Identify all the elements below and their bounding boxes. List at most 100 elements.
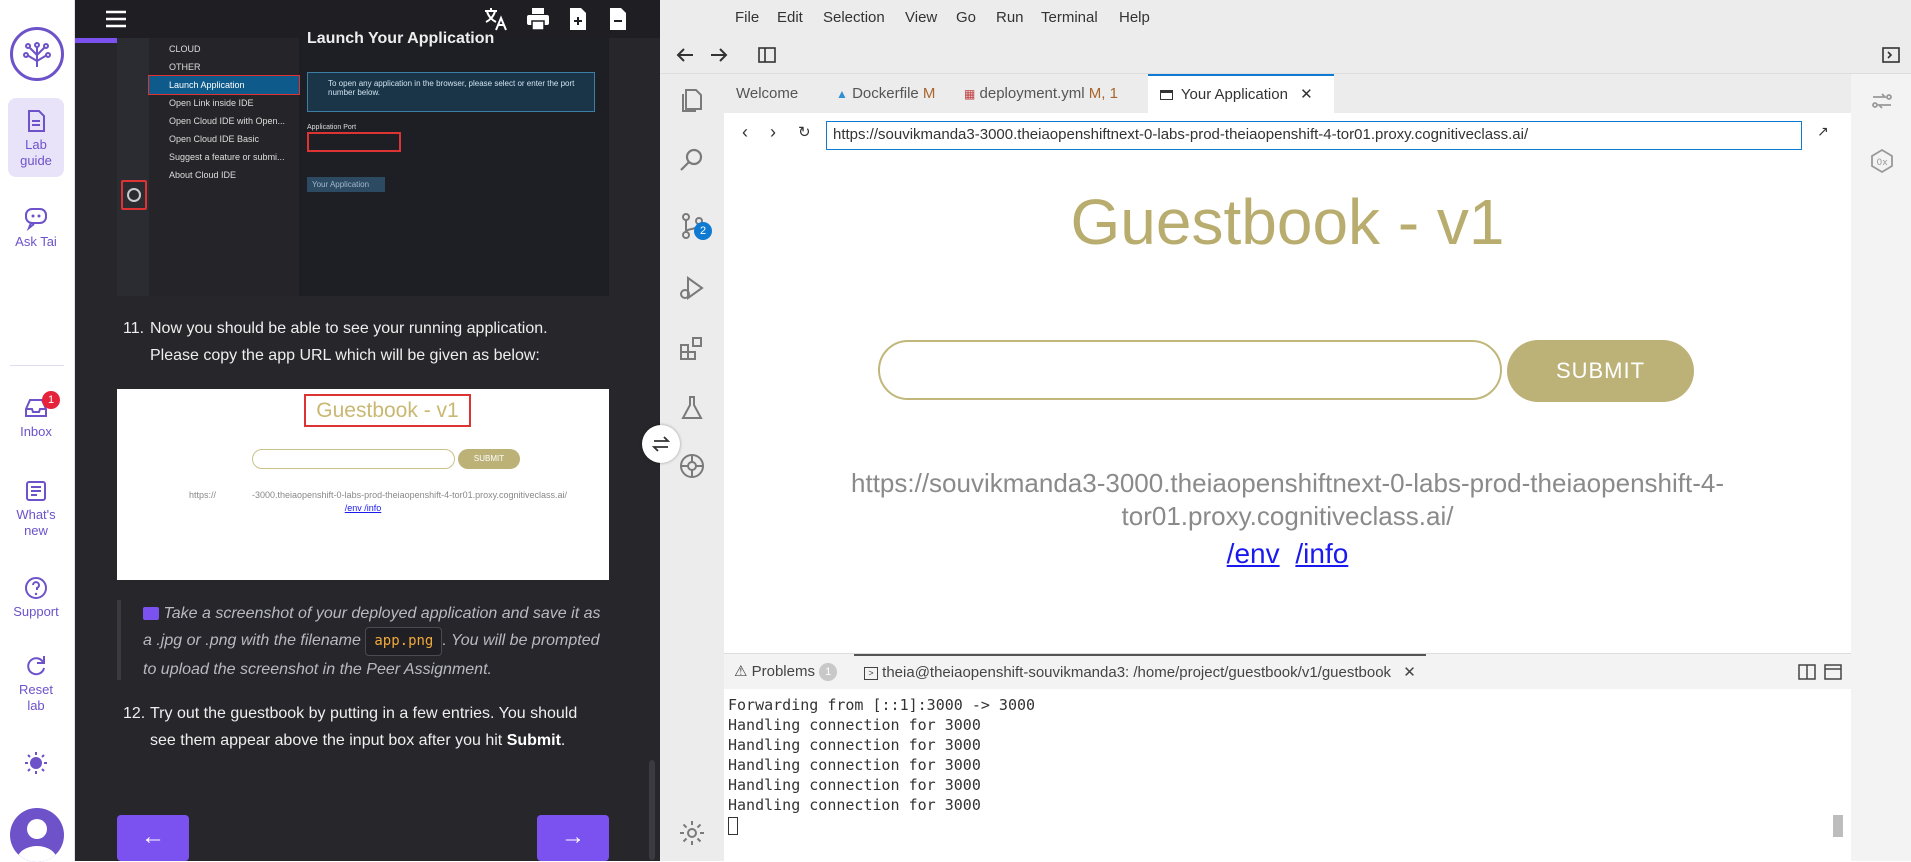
browser-back-icon[interactable]: ‹ bbox=[742, 122, 748, 143]
guide-scrollbar[interactable] bbox=[649, 760, 655, 860]
menu-item: Open Cloud IDE Basic bbox=[169, 134, 260, 144]
terminal-icon: > bbox=[864, 666, 878, 680]
print-icon[interactable] bbox=[525, 6, 551, 32]
tab-welcome[interactable]: Welcome bbox=[724, 74, 810, 113]
open-external-icon[interactable]: ↗ bbox=[1817, 123, 1829, 140]
screenshot-info: To open any application in the browser, … bbox=[307, 72, 595, 112]
swap-icon bbox=[651, 436, 671, 452]
api-explorer-icon[interactable] bbox=[1869, 88, 1895, 114]
guestbook-title: Guestbook - v1 bbox=[1070, 186, 1505, 258]
reset-icon bbox=[27, 656, 45, 676]
tab-your-application[interactable]: Your Application ✕ bbox=[1148, 74, 1334, 113]
menu-edit[interactable]: Edit bbox=[777, 9, 803, 26]
step-text-end: . bbox=[560, 732, 566, 749]
menu-terminal[interactable]: Terminal bbox=[1041, 9, 1098, 26]
terminal-scrollbar[interactable] bbox=[1833, 815, 1843, 837]
guestbook-submit-button[interactable]: SUBMIT bbox=[1507, 340, 1694, 402]
terminal-line: Forwarding from [::1]:3000 -> 3000 bbox=[728, 696, 1036, 714]
close-terminal-icon[interactable]: ✕ bbox=[1403, 664, 1416, 681]
rail-label: Lab guide bbox=[20, 137, 52, 168]
back-arrow-icon[interactable] bbox=[675, 45, 695, 65]
terminal-title: theia@theiaopenshift-souvikmanda3: /home… bbox=[882, 664, 1392, 681]
env-link[interactable]: /env bbox=[1227, 538, 1280, 569]
step-number: 12. bbox=[123, 705, 146, 722]
screenshot-port-label: Application Port bbox=[307, 124, 357, 131]
editor-tabs: Welcome ▲ Dockerfile M ▦ deployment.yml … bbox=[724, 74, 1851, 113]
toggle-panel-icon[interactable] bbox=[1881, 45, 1901, 65]
run-debug-icon[interactable] bbox=[678, 274, 706, 302]
forward-arrow-icon[interactable] bbox=[709, 45, 729, 65]
arrow-right-icon: → bbox=[561, 823, 585, 850]
menu-selection[interactable]: Selection bbox=[823, 9, 885, 26]
menu-file[interactable]: File bbox=[735, 9, 759, 26]
tab-deployment-yml[interactable]: ▦ deployment.yml M, 1 bbox=[952, 74, 1130, 113]
menu-section-other: OTHER bbox=[169, 62, 201, 72]
search-icon[interactable] bbox=[678, 146, 706, 174]
screenshot-instruction: Take a screenshot of your deployed appli… bbox=[117, 600, 609, 680]
menu-item: Suggest a feature or submi... bbox=[169, 152, 285, 162]
theme-toggle[interactable] bbox=[8, 750, 64, 779]
terminal-output[interactable]: Forwarding from [::1]:3000 -> 3000 Handl… bbox=[724, 689, 1851, 861]
rail-support[interactable]: Support bbox=[8, 575, 64, 620]
activity-bar: 2 bbox=[660, 74, 724, 861]
guestbook-entry-input[interactable] bbox=[878, 340, 1502, 400]
screenshot-menu: CLOUD OTHER Launch Application Open Link… bbox=[148, 38, 300, 296]
ide-window: File Edit Selection View Go Run Terminal… bbox=[660, 0, 1911, 861]
skills-network-icon[interactable] bbox=[678, 452, 706, 480]
maximize-panel-icon[interactable] bbox=[1824, 664, 1842, 680]
logo-icon[interactable] bbox=[10, 27, 64, 81]
warning-icon: ⚠ bbox=[734, 663, 748, 680]
menu-item-launch: Launch Application bbox=[148, 75, 300, 95]
menu-item: About Cloud IDE bbox=[169, 170, 237, 180]
add-page-icon[interactable] bbox=[565, 6, 591, 32]
rail-lab-guide[interactable]: Lab guide bbox=[8, 98, 64, 177]
close-tab-icon[interactable]: ✕ bbox=[1300, 86, 1313, 103]
hex-icon[interactable]: 0x bbox=[1869, 148, 1895, 174]
rail-reset-lab[interactable]: Reset lab bbox=[8, 653, 64, 714]
tab-label: Welcome bbox=[736, 85, 799, 102]
explorer-icon[interactable] bbox=[678, 86, 706, 114]
browser-url-input[interactable]: https://souvikmanda3-3000.theiaopenshift… bbox=[826, 121, 1802, 150]
step-number: 11. bbox=[123, 320, 145, 337]
split-terminal-icon[interactable] bbox=[1798, 664, 1816, 680]
menu-view[interactable]: View bbox=[905, 9, 937, 26]
flask-icon[interactable] bbox=[678, 394, 706, 422]
tab-terminal[interactable]: > theia@theiaopenshift-souvikmanda3: /ho… bbox=[854, 654, 1426, 690]
arrow-left-icon: ← bbox=[141, 823, 165, 850]
extensions-icon[interactable] bbox=[678, 334, 706, 362]
right-side-bar: 0x bbox=[1851, 74, 1911, 861]
settings-gear-icon[interactable] bbox=[678, 819, 706, 847]
user-avatar[interactable] bbox=[10, 808, 64, 862]
browser-url-bar: ‹ › ↻ https://souvikmanda3-3000.theiaope… bbox=[724, 113, 1851, 157]
document-icon bbox=[28, 110, 45, 132]
launch-icon bbox=[127, 188, 141, 202]
screenshot-links: /env /info bbox=[344, 503, 382, 513]
rail-inbox[interactable]: 1 Inbox bbox=[8, 391, 64, 440]
camera-icon bbox=[143, 607, 159, 621]
next-button[interactable]: → bbox=[537, 815, 609, 861]
remove-page-icon[interactable] bbox=[605, 6, 631, 32]
menu-go[interactable]: Go bbox=[956, 9, 976, 26]
rail-divider bbox=[10, 365, 64, 366]
info-link[interactable]: /info bbox=[1295, 538, 1348, 569]
browser-refresh-icon[interactable]: ↻ bbox=[798, 123, 811, 141]
toggle-sidebar-icon[interactable] bbox=[757, 45, 777, 65]
rail-label: Ask Tai bbox=[15, 234, 57, 249]
menu-help[interactable]: Help bbox=[1119, 9, 1150, 26]
previous-button[interactable]: ← bbox=[117, 815, 189, 861]
rail-ask-tai[interactable]: Ask Tai bbox=[8, 205, 64, 250]
swap-panels-button[interactable] bbox=[642, 425, 680, 463]
chat-bot-icon bbox=[25, 208, 47, 231]
browser-forward-icon[interactable]: › bbox=[770, 122, 776, 143]
source-control-item[interactable]: 2 bbox=[660, 202, 724, 252]
menu-section-cloud: CLOUD bbox=[169, 44, 201, 54]
rail-whats-new[interactable]: What's new bbox=[8, 478, 64, 539]
tab-problems[interactable]: ⚠ Problems 1 bbox=[734, 654, 838, 690]
menu-icon[interactable] bbox=[103, 6, 129, 32]
terminal-prompt bbox=[728, 815, 1847, 835]
translate-icon[interactable] bbox=[483, 6, 509, 32]
problems-count: 1 bbox=[819, 663, 838, 682]
tab-label: deployment.yml bbox=[979, 85, 1085, 102]
menu-run[interactable]: Run bbox=[996, 9, 1024, 26]
tab-dockerfile[interactable]: ▲ Dockerfile M bbox=[824, 74, 947, 113]
